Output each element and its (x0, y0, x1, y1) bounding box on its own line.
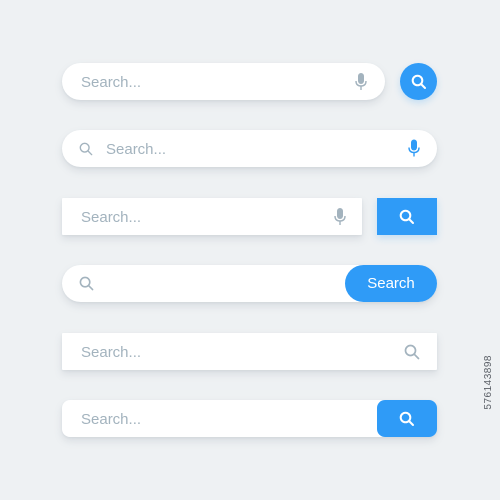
search-button-square[interactable] (377, 198, 437, 235)
search-bar-2[interactable] (62, 130, 437, 167)
search-icon (399, 209, 414, 224)
search-bar-3[interactable] (62, 198, 362, 235)
microphone-icon[interactable] (408, 139, 420, 158)
search-icon (399, 411, 414, 426)
search-button-circle[interactable] (400, 63, 437, 100)
search-bar-4[interactable]: Search (62, 265, 437, 302)
search-icon (79, 142, 93, 156)
search-button-label: Search (367, 275, 415, 292)
search-icon[interactable] (404, 344, 420, 360)
search-button-pill[interactable]: Search (345, 265, 437, 302)
search-input-1[interactable] (79, 71, 343, 93)
search-bar-1[interactable] (62, 63, 385, 100)
search-button-rounded[interactable] (377, 400, 437, 437)
search-input-4[interactable] (104, 273, 338, 295)
search-icon (411, 74, 426, 89)
search-icon (79, 276, 94, 291)
microphone-icon[interactable] (355, 73, 367, 91)
microphone-icon[interactable] (334, 208, 346, 226)
stock-id-watermark: 576143898 (483, 355, 494, 410)
search-input-3[interactable] (79, 206, 323, 228)
search-input-2[interactable] (104, 138, 388, 160)
search-input-6[interactable] (79, 408, 363, 430)
search-bar-5[interactable] (62, 333, 437, 370)
search-input-5[interactable] (79, 341, 383, 363)
search-bar-6[interactable] (62, 400, 437, 437)
